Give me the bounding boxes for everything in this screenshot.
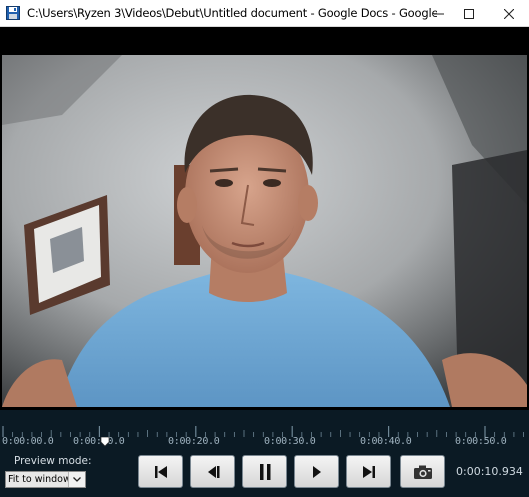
preview-mode-value: Fit to window (8, 474, 71, 485)
snapshot-button[interactable] (400, 455, 445, 488)
close-button[interactable] (491, 0, 527, 27)
maximize-button[interactable] (451, 0, 487, 27)
tick-label: 0:00:00.0 (2, 436, 54, 447)
close-icon (504, 8, 514, 19)
preview-mode-select[interactable]: Fit to window (5, 471, 86, 488)
timeline-ruler[interactable]: 0:00:00.0 0:00:10.0 0:00:20.0 0:00:30.0 … (0, 410, 529, 448)
pause-button[interactable] (242, 455, 287, 488)
tick-label: 0:00:50.0 (455, 436, 507, 447)
current-time-display: 0:00:10.934 (456, 465, 523, 478)
window-titlebar[interactable]: C:\Users\Ryzen 3\Videos\Debut\Untitled d… (0, 0, 529, 27)
step-forward-button[interactable] (294, 455, 339, 488)
maximize-icon (464, 8, 474, 19)
pause-icon (257, 463, 273, 481)
tick-label: 0:00:10.0 (73, 436, 125, 447)
step-back-icon (205, 465, 221, 479)
step-back-button[interactable] (190, 455, 235, 488)
chevron-down-icon (68, 472, 85, 487)
skip-to-start-button[interactable] (138, 455, 183, 488)
skip-to-start-icon (153, 465, 169, 479)
skip-to-end-icon (361, 465, 377, 479)
snapshot-camera-icon (413, 464, 433, 480)
minimize-icon (434, 9, 444, 19)
playback-controls: Preview mode: Fit to window 0:00:10.934 (0, 448, 529, 497)
video-frame-image (2, 55, 527, 407)
preview-mode-label: Preview mode: (14, 455, 92, 467)
step-forward-icon (309, 465, 325, 479)
window-title: C:\Users\Ryzen 3\Videos\Debut\Untitled d… (27, 6, 437, 20)
skip-to-end-button[interactable] (346, 455, 391, 488)
tick-label: 0:00:40.0 (360, 436, 412, 447)
video-preview[interactable] (0, 27, 529, 410)
tick-label: 0:00:30.0 (264, 436, 316, 447)
floppy-disk-icon (6, 6, 20, 20)
playhead-marker-icon[interactable] (100, 437, 110, 447)
tick-label: 0:00:20.0 (168, 436, 220, 447)
